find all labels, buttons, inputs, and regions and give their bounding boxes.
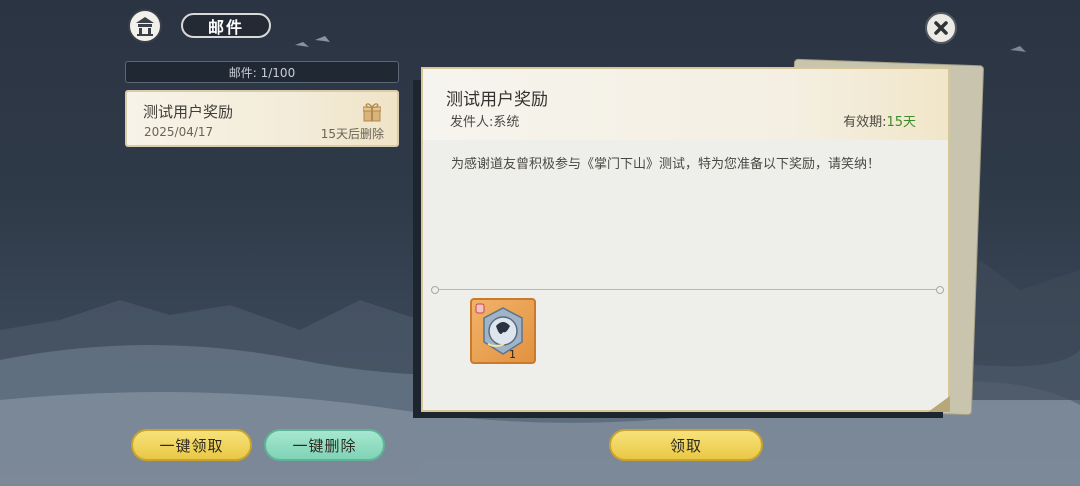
gift-icon	[362, 102, 382, 126]
claim-all-button[interactable]: 一键领取	[131, 429, 252, 461]
page-corner-fold	[928, 396, 950, 412]
mail-item-date: 2025/04/17	[144, 125, 214, 139]
divider	[431, 286, 944, 294]
mail-body-text: 为感谢道友曾积极参与《掌门下山》测试，特为您准备以下奖励，请笑纳！	[451, 157, 881, 172]
mail-list-item[interactable]: 测试用户奖励 2025/04/17 15天后删除	[125, 90, 399, 147]
reward-count: 1	[509, 348, 516, 361]
claim-button[interactable]: 领取	[609, 429, 763, 461]
mail-sender: 发件人:系统	[450, 115, 520, 130]
mail-detail-title: 测试用户奖励	[446, 90, 548, 110]
mail-detail-header: 测试用户奖励 发件人:系统 有效期:15天	[423, 69, 948, 140]
pavilion-icon[interactable]	[128, 9, 162, 43]
mail-detail-panel: 测试用户奖励 发件人:系统 有效期:15天 为感谢道友曾积极参与《掌门下山》测试…	[421, 67, 950, 412]
reward-item[interactable]: 1	[470, 298, 536, 364]
close-icon	[934, 21, 948, 35]
delete-all-button[interactable]: 一键删除	[264, 429, 385, 461]
mirror-artifact-icon	[475, 303, 523, 355]
close-button[interactable]	[925, 12, 957, 44]
page-title: 邮件	[181, 13, 271, 38]
validity-label: 有效期:	[843, 115, 887, 130]
mail-validity: 有效期:15天	[843, 111, 916, 130]
validity-value: 15天	[886, 115, 916, 130]
mail-count: 邮件: 1/100	[125, 61, 399, 83]
mail-item-expire: 15天后删除	[320, 127, 384, 141]
mail-item-title: 测试用户奖励	[143, 103, 234, 121]
